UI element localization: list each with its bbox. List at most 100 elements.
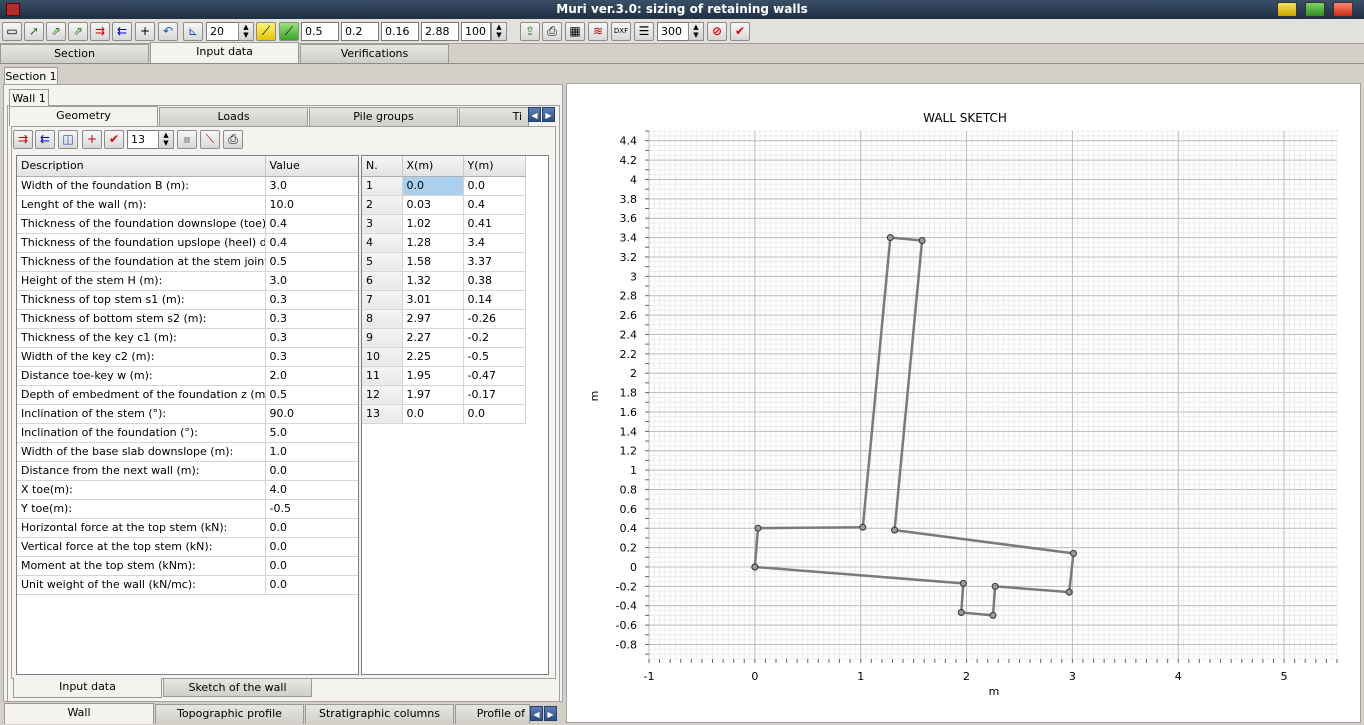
table-row[interactable]: Height of the stem H (m): 3.0 xyxy=(17,271,358,291)
coord-x-cell[interactable]: 2.25 xyxy=(402,347,464,367)
export-icon[interactable]: ⇪ xyxy=(520,22,540,41)
open-file-icon[interactable]: ➚ xyxy=(24,22,44,41)
param-value-cell[interactable]: -0.5 xyxy=(265,499,358,519)
table-row[interactable]: Thickness of top stem s1 (m): 0.3 xyxy=(17,290,358,310)
coord-x-cell[interactable]: 0.0 xyxy=(402,176,464,196)
param-value-cell[interactable]: 0.4 xyxy=(265,214,358,234)
col-n-header[interactable]: N. xyxy=(362,156,403,177)
tab-topographic-profile[interactable]: Topographic profile xyxy=(155,704,304,724)
table-row[interactable]: 11 1.95 -0.47 xyxy=(362,366,526,386)
coord-y-cell[interactable]: -0.5 xyxy=(463,347,526,367)
grid-step-stepper[interactable]: ▲ ▼ xyxy=(238,22,254,41)
coord-y-cell[interactable]: 0.0 xyxy=(463,176,526,196)
coord-x-cell[interactable]: 0.03 xyxy=(402,195,464,215)
coord-x-cell[interactable]: 2.27 xyxy=(402,328,464,348)
coord-y-cell[interactable]: -0.2 xyxy=(463,328,526,348)
table-row[interactable]: Lenght of the wall (m): 10.0 xyxy=(17,195,358,215)
restore-button[interactable] xyxy=(1305,2,1325,17)
col-y-header[interactable]: Y(m) xyxy=(463,156,526,177)
table-row[interactable]: 3 1.02 0.41 xyxy=(362,214,526,234)
tabs-scroll-left-icon[interactable]: ◀ xyxy=(528,107,541,122)
slope-green-icon[interactable]: ⟋ xyxy=(279,22,299,41)
param-value-cell[interactable]: 0.5 xyxy=(265,252,358,272)
tab-stratigraphic-columns[interactable]: Stratigraphic columns xyxy=(305,704,454,724)
param-value-cell[interactable]: 0.5 xyxy=(265,385,358,405)
param-value-cell[interactable]: 0.0 xyxy=(265,575,358,595)
coord-x-cell[interactable]: 2.97 xyxy=(402,309,464,329)
table-row[interactable]: Inclination of the foundation (°): 5.0 xyxy=(17,423,358,443)
add-point-icon[interactable]: + xyxy=(135,22,155,41)
param-value-cell[interactable]: 0.3 xyxy=(265,328,358,348)
param-input-1[interactable]: 0.5 xyxy=(301,22,339,41)
coord-y-cell[interactable]: 0.0 xyxy=(463,404,526,424)
tab-profile-of[interactable]: Profile of xyxy=(455,704,530,724)
col-description-header[interactable]: Description xyxy=(17,156,266,177)
coord-y-cell[interactable]: 3.4 xyxy=(463,233,526,253)
minimize-button[interactable] xyxy=(1277,2,1297,17)
axes-icon[interactable]: ⊾ xyxy=(183,22,203,41)
save-file-icon[interactable]: ⇗ xyxy=(46,22,66,41)
table-row[interactable]: 5 1.58 3.37 xyxy=(362,252,526,272)
tab-ti[interactable]: Ti xyxy=(459,107,529,126)
table-row[interactable]: 9 2.27 -0.2 xyxy=(362,328,526,348)
coord-y-cell[interactable]: 3.37 xyxy=(463,252,526,272)
table-row[interactable]: Vertical force at the top stem (kN): 0.0 xyxy=(17,537,358,557)
coord-x-cell[interactable]: 1.02 xyxy=(402,214,464,234)
tab-geometry[interactable]: Geometry xyxy=(9,106,158,126)
table-row[interactable]: Y toe(m): -0.5 xyxy=(17,499,358,519)
list-icon[interactable]: ☰ xyxy=(634,22,654,41)
param-value-cell[interactable]: 5.0 xyxy=(265,423,358,443)
table-row[interactable]: 4 1.28 3.4 xyxy=(362,233,526,253)
add-vertex-icon[interactable]: + xyxy=(82,130,102,149)
scale-input[interactable]: 300 xyxy=(657,22,689,41)
tab-wall-1[interactable]: Wall 1 xyxy=(9,89,49,106)
tab-section[interactable]: Section xyxy=(0,44,149,63)
param-value-cell[interactable]: 0.3 xyxy=(265,347,358,367)
table-row[interactable]: Distance from the next wall (m): 0.0 xyxy=(17,461,358,481)
table-row[interactable]: Horizontal force at the top stem (kN): 0.… xyxy=(17,518,358,538)
mirror-icon[interactable]: ◫ xyxy=(58,130,78,149)
table-row[interactable]: Thickness of bottom stem s2 (m): 0.3 xyxy=(17,309,358,329)
tab-input-data-inner[interactable]: Input data xyxy=(13,678,162,698)
param-value-cell[interactable]: 0.3 xyxy=(265,309,358,329)
new-file-icon[interactable]: ▭ xyxy=(2,22,22,41)
table-row[interactable]: Thickness of the key c1 (m): 0.3 xyxy=(17,328,358,348)
table-icon[interactable]: ▦ xyxy=(565,22,585,41)
param-value-cell[interactable]: 2.0 xyxy=(265,366,358,386)
app-icon[interactable] xyxy=(6,3,20,16)
coord-x-cell[interactable]: 1.28 xyxy=(402,233,464,253)
check-icon[interactable]: ✔ xyxy=(104,130,124,149)
table-row[interactable]: Width of the foundation B (m): 3.0 xyxy=(17,176,358,196)
delete-row-icon[interactable]: ⇇ xyxy=(112,22,132,41)
param-value-cell[interactable]: 90.0 xyxy=(265,404,358,424)
table-row[interactable]: 12 1.97 -0.17 xyxy=(362,385,526,405)
table-row[interactable]: Thickness of the foundation at the stem … xyxy=(17,252,358,272)
table-row[interactable]: Width of the base slab downslope (m): 1.0 xyxy=(17,442,358,462)
table-row[interactable]: 13 0.0 0.0 xyxy=(362,404,526,424)
insert-row-icon-2[interactable]: ⇉ xyxy=(13,130,33,149)
param-input-3[interactable]: 0.16 xyxy=(381,22,419,41)
print-icon-2[interactable]: ⎙ xyxy=(223,130,243,149)
confirm-check-icon[interactable]: ✔ xyxy=(730,22,750,41)
chart-icon[interactable]: ≋ xyxy=(588,22,608,41)
param-value-cell[interactable]: 0.3 xyxy=(265,290,358,310)
slope-yellow-icon[interactable]: ⟋ xyxy=(256,22,276,41)
tab-input-data[interactable]: Input data xyxy=(150,42,299,63)
param-input-2[interactable]: 0.2 xyxy=(341,22,379,41)
vertex-count-stepper[interactable]: ▲ ▼ xyxy=(158,130,174,149)
insert-row-icon[interactable]: ⇉ xyxy=(90,22,110,41)
param-input-4[interactable]: 2.88 xyxy=(421,22,459,41)
tab-sketch-of-wall[interactable]: Sketch of the wall xyxy=(163,679,312,697)
print-icon[interactable]: ⎙ xyxy=(542,22,562,41)
param-value-cell[interactable]: 4.0 xyxy=(265,480,358,500)
close-button[interactable] xyxy=(1333,2,1353,17)
coord-y-cell[interactable]: 0.14 xyxy=(463,290,526,310)
tab-loads[interactable]: Loads xyxy=(159,107,308,126)
scale-stepper[interactable]: ▲ ▼ xyxy=(688,22,704,41)
param-value-cell[interactable]: 0.0 xyxy=(265,461,358,481)
bottom-tabs-scroll-left-icon[interactable]: ◀ xyxy=(530,706,543,721)
coord-y-cell[interactable]: -0.47 xyxy=(463,366,526,386)
grid-step-input[interactable]: 20 xyxy=(206,22,239,41)
table-row[interactable]: 2 0.03 0.4 xyxy=(362,195,526,215)
param-value-cell[interactable]: 10.0 xyxy=(265,195,358,215)
